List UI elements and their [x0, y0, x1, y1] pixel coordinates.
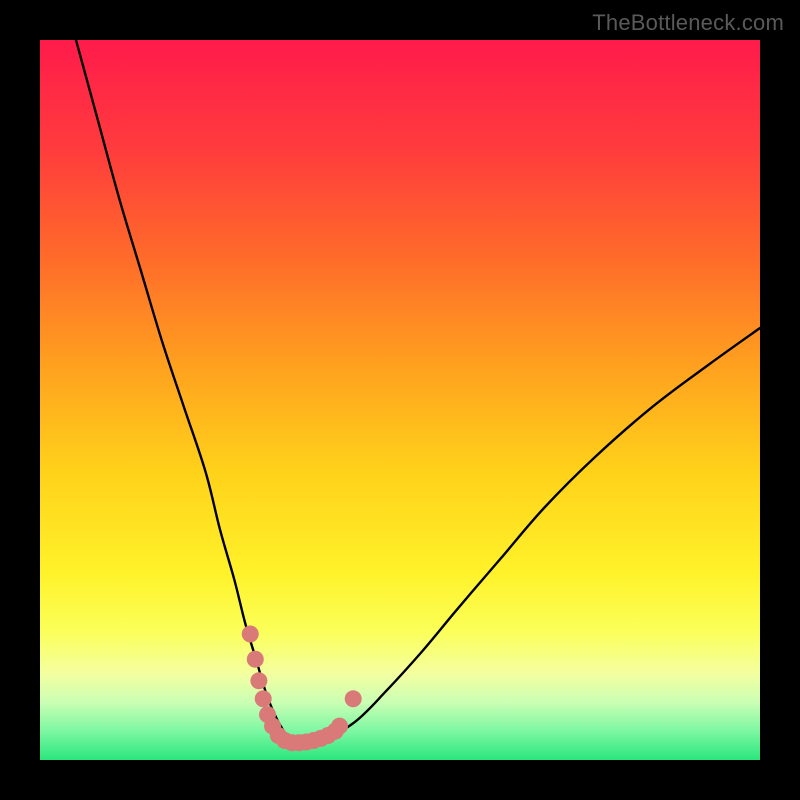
- chart-frame: TheBottleneck.com: [0, 0, 800, 800]
- data-marker: [345, 690, 362, 707]
- bottleneck-curve: [76, 40, 760, 743]
- marker-group: [242, 626, 362, 752]
- data-marker: [247, 651, 264, 668]
- data-marker: [255, 690, 272, 707]
- data-marker: [242, 626, 259, 643]
- watermark-text: TheBottleneck.com: [592, 10, 784, 36]
- plot-area: [40, 40, 760, 760]
- curve-layer: [40, 40, 760, 760]
- data-marker: [250, 672, 267, 689]
- data-marker: [331, 718, 348, 735]
